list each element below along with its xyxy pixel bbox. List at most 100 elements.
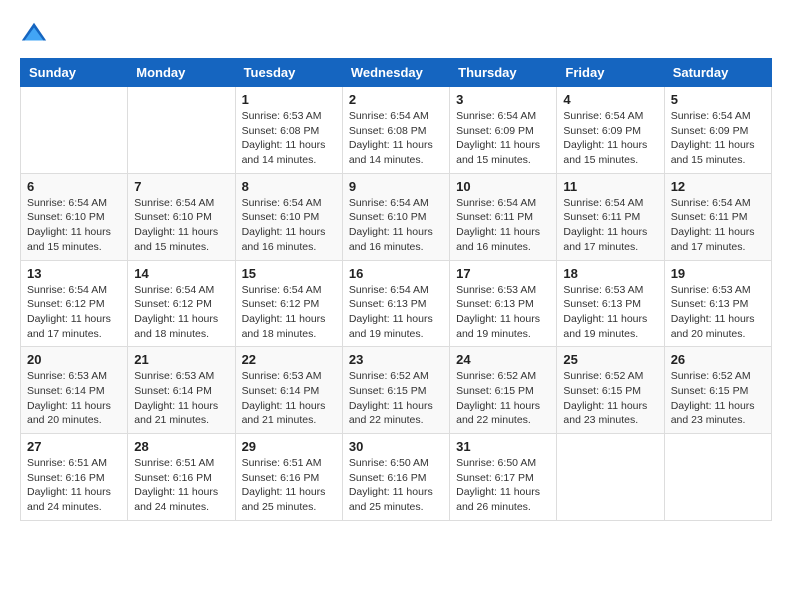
day-number-14: 14	[134, 266, 228, 281]
empty-cell-0-1	[128, 87, 235, 174]
day-number-12: 12	[671, 179, 765, 194]
day-number-11: 11	[563, 179, 657, 194]
day-number-28: 28	[134, 439, 228, 454]
day-cell-27: 27 Sunrise: 6:51 AMSunset: 6:16 PMDayligh…	[21, 434, 128, 521]
page-header	[20, 20, 772, 48]
day-number-10: 10	[456, 179, 550, 194]
day-number-26: 26	[671, 352, 765, 367]
day-number-1: 1	[242, 92, 336, 107]
day-info-14: Sunrise: 6:54 AMSunset: 6:12 PMDaylight:…	[134, 283, 228, 342]
day-cell-3: 3 Sunrise: 6:54 AMSunset: 6:09 PMDaylight…	[450, 87, 557, 174]
day-cell-1: 1 Sunrise: 6:53 AMSunset: 6:08 PMDaylight…	[235, 87, 342, 174]
day-info-26: Sunrise: 6:52 AMSunset: 6:15 PMDaylight:…	[671, 369, 765, 428]
day-info-4: Sunrise: 6:54 AMSunset: 6:09 PMDaylight:…	[563, 109, 657, 168]
day-info-21: Sunrise: 6:53 AMSunset: 6:14 PMDaylight:…	[134, 369, 228, 428]
day-cell-21: 21 Sunrise: 6:53 AMSunset: 6:14 PMDayligh…	[128, 347, 235, 434]
day-number-25: 25	[563, 352, 657, 367]
day-info-24: Sunrise: 6:52 AMSunset: 6:15 PMDaylight:…	[456, 369, 550, 428]
day-number-2: 2	[349, 92, 443, 107]
day-info-11: Sunrise: 6:54 AMSunset: 6:11 PMDaylight:…	[563, 196, 657, 255]
day-cell-16: 16 Sunrise: 6:54 AMSunset: 6:13 PMDayligh…	[342, 260, 449, 347]
day-info-1: Sunrise: 6:53 AMSunset: 6:08 PMDaylight:…	[242, 109, 336, 168]
day-cell-29: 29 Sunrise: 6:51 AMSunset: 6:16 PMDayligh…	[235, 434, 342, 521]
day-number-4: 4	[563, 92, 657, 107]
day-cell-22: 22Sunrise: 6:53 AMSunset: 6:14 PMDayligh…	[235, 347, 342, 434]
day-cell-28: 28 Sunrise: 6:51 AMSunset: 6:16 PMDayligh…	[128, 434, 235, 521]
weekday-friday: Friday	[557, 59, 664, 87]
day-cell-23: 23Sunrise: 6:52 AMSunset: 6:15 PMDayligh…	[342, 347, 449, 434]
day-cell-24: 24 Sunrise: 6:52 AMSunset: 6:15 PMDayligh…	[450, 347, 557, 434]
empty-cell-0-0	[21, 87, 128, 174]
day-cell-7: 7Sunrise: 6:54 AMSunset: 6:10 PMDaylight…	[128, 173, 235, 260]
day-cell-14: 14 Sunrise: 6:54 AMSunset: 6:12 PMDayligh…	[128, 260, 235, 347]
day-number-21: 21	[134, 352, 228, 367]
day-info-12: Sunrise: 6:54 AMSunset: 6:11 PMDaylight:…	[671, 196, 765, 255]
day-info-29: Sunrise: 6:51 AMSunset: 6:16 PMDaylight:…	[242, 456, 336, 515]
day-number-30: 30	[349, 439, 443, 454]
day-number-17: 17	[456, 266, 550, 281]
logo	[20, 20, 52, 48]
day-cell-31: 31 Sunrise: 6:50 AMSunset: 6:17 PMDayligh…	[450, 434, 557, 521]
day-number-27: 27	[27, 439, 121, 454]
day-cell-25: 25 Sunrise: 6:52 AMSunset: 6:15 PMDayligh…	[557, 347, 664, 434]
day-cell-2: 2 Sunrise: 6:54 AMSunset: 6:08 PMDaylight…	[342, 87, 449, 174]
day-cell-6: 6 Sunrise: 6:54 AMSunset: 6:10 PMDaylight…	[21, 173, 128, 260]
day-number-16: 16	[349, 266, 443, 281]
week-row-5: 27 Sunrise: 6:51 AMSunset: 6:16 PMDayligh…	[21, 434, 772, 521]
day-cell-10: 10Sunrise: 6:54 AMSunset: 6:11 PMDayligh…	[450, 173, 557, 260]
day-info-5: Sunrise: 6:54 AMSunset: 6:09 PMDaylight:…	[671, 109, 765, 168]
day-cell-26: 26 Sunrise: 6:52 AMSunset: 6:15 PMDayligh…	[664, 347, 771, 434]
day-number-24: 24	[456, 352, 550, 367]
day-info-19: Sunrise: 6:53 AMSunset: 6:13 PMDaylight:…	[671, 283, 765, 342]
weekday-sunday: Sunday	[21, 59, 128, 87]
day-cell-30: 30Sunrise: 6:50 AMSunset: 6:16 PMDayligh…	[342, 434, 449, 521]
day-cell-12: 12 Sunrise: 6:54 AMSunset: 6:11 PMDayligh…	[664, 173, 771, 260]
day-number-13: 13	[27, 266, 121, 281]
weekday-saturday: Saturday	[664, 59, 771, 87]
day-number-31: 31	[456, 439, 550, 454]
empty-cell-4-5	[557, 434, 664, 521]
day-info-3: Sunrise: 6:54 AMSunset: 6:09 PMDaylight:…	[456, 109, 550, 168]
day-number-20: 20	[27, 352, 121, 367]
day-number-6: 6	[27, 179, 121, 194]
weekday-monday: Monday	[128, 59, 235, 87]
day-number-3: 3	[456, 92, 550, 107]
day-info-31: Sunrise: 6:50 AMSunset: 6:17 PMDaylight:…	[456, 456, 550, 515]
weekday-tuesday: Tuesday	[235, 59, 342, 87]
day-info-23: Sunrise: 6:52 AMSunset: 6:15 PMDaylight:…	[349, 369, 443, 428]
day-cell-19: 19Sunrise: 6:53 AMSunset: 6:13 PMDayligh…	[664, 260, 771, 347]
day-info-22: Sunrise: 6:53 AMSunset: 6:14 PMDaylight:…	[242, 369, 336, 428]
day-info-16: Sunrise: 6:54 AMSunset: 6:13 PMDaylight:…	[349, 283, 443, 342]
calendar: SundayMondayTuesdayWednesdayThursdayFrid…	[20, 58, 772, 521]
day-info-6: Sunrise: 6:54 AMSunset: 6:10 PMDaylight:…	[27, 196, 121, 255]
day-info-27: Sunrise: 6:51 AMSunset: 6:16 PMDaylight:…	[27, 456, 121, 515]
day-cell-13: 13 Sunrise: 6:54 AMSunset: 6:12 PMDayligh…	[21, 260, 128, 347]
day-cell-15: 15 Sunrise: 6:54 AMSunset: 6:12 PMDayligh…	[235, 260, 342, 347]
day-info-25: Sunrise: 6:52 AMSunset: 6:15 PMDaylight:…	[563, 369, 657, 428]
day-cell-20: 20 Sunrise: 6:53 AMSunset: 6:14 PMDayligh…	[21, 347, 128, 434]
calendar-body: 1 Sunrise: 6:53 AMSunset: 6:08 PMDaylight…	[21, 87, 772, 521]
day-info-13: Sunrise: 6:54 AMSunset: 6:12 PMDaylight:…	[27, 283, 121, 342]
day-info-18: Sunrise: 6:53 AMSunset: 6:13 PMDaylight:…	[563, 283, 657, 342]
day-cell-5: 5 Sunrise: 6:54 AMSunset: 6:09 PMDaylight…	[664, 87, 771, 174]
day-number-15: 15	[242, 266, 336, 281]
weekday-header-row: SundayMondayTuesdayWednesdayThursdayFrid…	[21, 59, 772, 87]
day-info-2: Sunrise: 6:54 AMSunset: 6:08 PMDaylight:…	[349, 109, 443, 168]
day-number-18: 18	[563, 266, 657, 281]
empty-cell-4-6	[664, 434, 771, 521]
day-info-15: Sunrise: 6:54 AMSunset: 6:12 PMDaylight:…	[242, 283, 336, 342]
day-number-5: 5	[671, 92, 765, 107]
weekday-wednesday: Wednesday	[342, 59, 449, 87]
day-info-20: Sunrise: 6:53 AMSunset: 6:14 PMDaylight:…	[27, 369, 121, 428]
day-cell-17: 17Sunrise: 6:53 AMSunset: 6:13 PMDayligh…	[450, 260, 557, 347]
day-info-7: Sunrise: 6:54 AMSunset: 6:10 PMDaylight:…	[134, 196, 228, 255]
day-number-9: 9	[349, 179, 443, 194]
day-cell-11: 11 Sunrise: 6:54 AMSunset: 6:11 PMDayligh…	[557, 173, 664, 260]
week-row-3: 13 Sunrise: 6:54 AMSunset: 6:12 PMDayligh…	[21, 260, 772, 347]
day-info-28: Sunrise: 6:51 AMSunset: 6:16 PMDaylight:…	[134, 456, 228, 515]
day-info-8: Sunrise: 6:54 AMSunset: 6:10 PMDaylight:…	[242, 196, 336, 255]
day-info-9: Sunrise: 6:54 AMSunset: 6:10 PMDaylight:…	[349, 196, 443, 255]
day-cell-8: 8Sunrise: 6:54 AMSunset: 6:10 PMDaylight…	[235, 173, 342, 260]
day-number-29: 29	[242, 439, 336, 454]
week-row-2: 6 Sunrise: 6:54 AMSunset: 6:10 PMDaylight…	[21, 173, 772, 260]
